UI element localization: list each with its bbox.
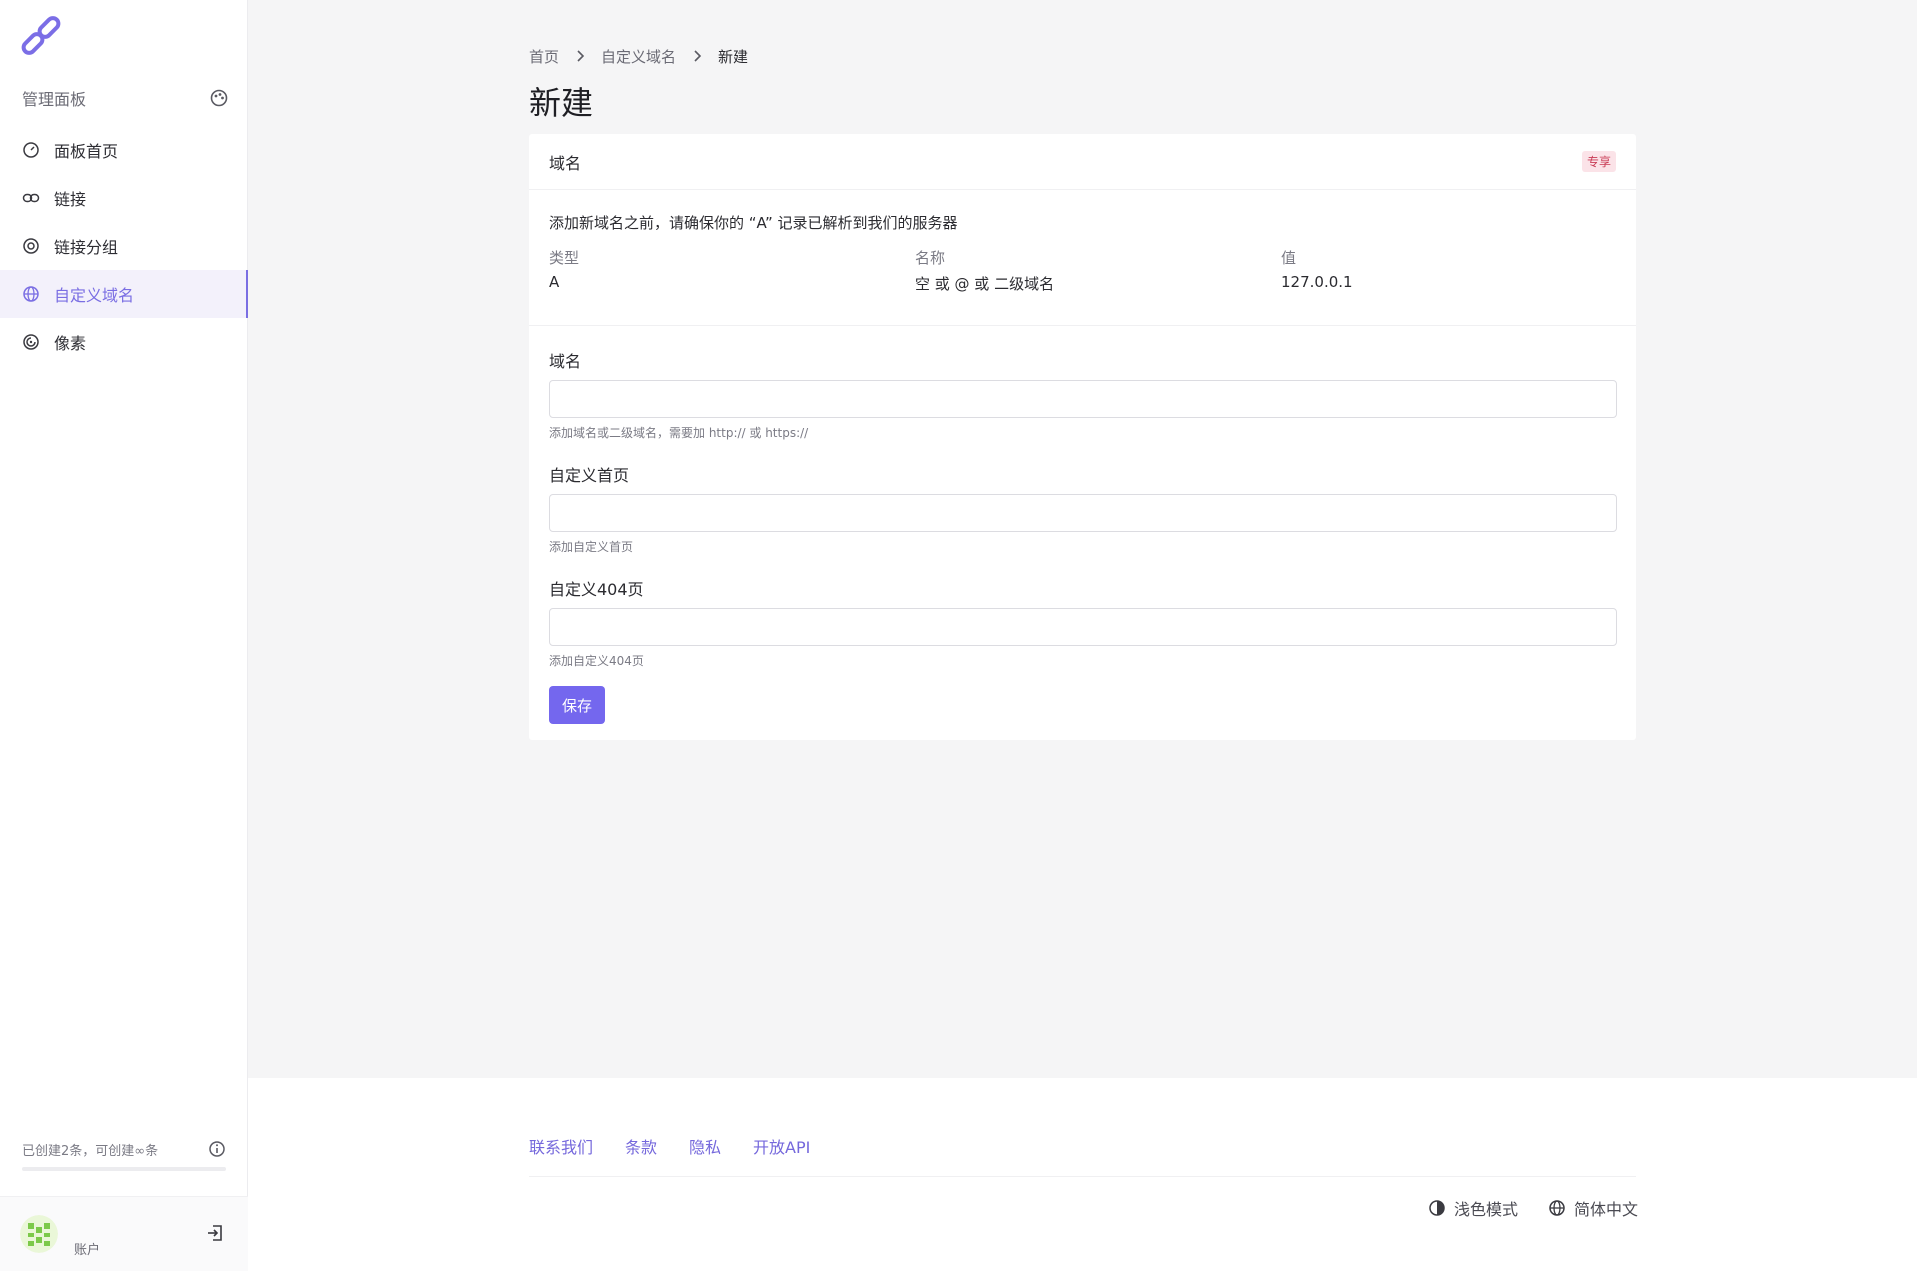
page404-input[interactable] [549,608,1617,646]
sidebar-item-links[interactable]: 链接 [0,174,248,222]
theme-label: 浅色模式 [1454,1200,1519,1219]
dns-cell-type: A [549,273,560,291]
footer-link-contact[interactable]: 联系我们 [529,1134,593,1158]
breadcrumb-home[interactable]: 首页 [529,46,559,67]
avatar[interactable] [20,1215,58,1253]
globe-icon [23,286,39,302]
sidebar-item-pixels[interactable]: 像素 [0,318,248,366]
quota-info: 已创建2条，可创建∞条 [22,1139,226,1159]
link-icon [22,193,40,203]
sidebar-header-label: 管理面板 [22,90,87,109]
sidebar-item-custom-domains[interactable]: 自定义域名 [0,270,248,318]
dns-header-value: 值 [1281,249,1297,267]
sidebar-item-label: 链接 [54,190,87,209]
sidebar-nav: 面板首页 链接 链接分组 自定义域名 像素 [0,126,248,366]
language-label: 简体中文 [1574,1200,1639,1219]
domain-form: 域名 添加域名或二级域名，需要加 http:// 或 https:// 自定义首… [529,326,1636,724]
chevron-right-icon [577,50,585,62]
footer-links: 联系我们 条款 隐私 开放API [529,1134,810,1158]
sidebar-item-label: 自定义域名 [54,286,135,305]
dashboard-icon [23,142,39,158]
palette-icon[interactable] [210,89,228,107]
footer-link-terms[interactable]: 条款 [625,1134,657,1158]
domain-card: 域名 专享 添加新域名之前，请确保你的 “A” 记录已解析到我们的服务器 类型 … [529,134,1636,740]
homepage-input[interactable] [549,494,1617,532]
chevron-right-icon [694,50,702,62]
breadcrumb-custom-domains[interactable]: 自定义域名 [601,46,676,67]
domain-label: 域名 [549,352,582,371]
globe-icon [1549,1200,1565,1216]
dns-table: 类型 名称 值 A 空 或 @ 或 二级域名 127.0.0.1 [549,247,1616,299]
dns-cell-value: 127.0.0.1 [1281,273,1353,291]
account-label: 账户 [74,1243,101,1258]
logout-icon[interactable] [205,1223,225,1243]
page-title: 新建 [529,84,594,122]
footer-link-privacy[interactable]: 隐私 [689,1134,721,1158]
dns-info: 添加新域名之前，请确保你的 “A” 记录已解析到我们的服务器 类型 名称 值 A… [529,190,1636,326]
homepage-hint: 添加自定义首页 [549,540,634,554]
breadcrumb-current: 新建 [718,47,749,66]
sidebar-item-link-groups[interactable]: 链接分组 [0,222,248,270]
dns-header-name: 名称 [915,249,946,267]
footer-divider [529,1176,1636,1177]
card-header: 域名 专享 [529,134,1636,190]
sidebar-item-dashboard[interactable]: 面板首页 [0,126,248,174]
save-button[interactable]: 保存 [549,686,606,724]
page404-label: 自定义404页 [549,580,644,599]
sidebar-header: 管理面板 [22,86,228,110]
sidebar-item-label: 链接分组 [54,238,119,257]
logo-chain-icon[interactable] [18,14,64,60]
quota-text: 已创建2条，可创建∞条 [22,1143,159,1159]
language-select[interactable]: 简体中文 [1548,1196,1638,1220]
homepage-label: 自定义首页 [549,466,630,485]
contrast-icon [1429,1200,1445,1216]
card-title: 域名 [549,153,582,173]
pro-badge: 专享 [1581,151,1616,172]
footer-link-api[interactable]: 开放API [753,1134,810,1158]
target-icon [23,238,39,254]
breadcrumb: 首页 自定义域名 新建 [529,46,748,66]
sidebar-item-label: 像素 [54,334,87,353]
homepage-field: 自定义首页 添加自定义首页 [549,462,1617,554]
footer-controls: 浅色模式 简体中文 [1428,1196,1638,1220]
page404-hint: 添加自定义404页 [549,654,644,668]
pixel-icon [23,334,39,350]
info-icon[interactable] [208,1140,226,1158]
domain-hint: 添加域名或二级域名，需要加 http:// 或 https:// [549,426,809,440]
sidebar-item-label: 面板首页 [54,142,119,161]
account-panel[interactable]: 账户 [0,1196,248,1271]
dns-note: 添加新域名之前，请确保你的 “A” 记录已解析到我们的服务器 [549,214,958,232]
theme-toggle[interactable]: 浅色模式 [1428,1196,1518,1220]
dns-cell-name: 空 或 @ 或 二级域名 [915,275,1055,293]
quota-progress-bar [22,1167,226,1171]
domain-input[interactable] [549,380,1617,418]
sidebar: 管理面板 面板首页 链接 链接分组 自定义域名 像素 已创建2条，可创建∞条 账… [0,0,248,1271]
footer: 联系我们 条款 隐私 开放API 浅色模式 简体中文 [248,1078,1917,1271]
domain-field: 域名 添加域名或二级域名，需要加 http:// 或 https:// [549,348,1617,440]
dns-header-type: 类型 [549,249,580,267]
page404-field: 自定义404页 添加自定义404页 [549,576,1617,668]
